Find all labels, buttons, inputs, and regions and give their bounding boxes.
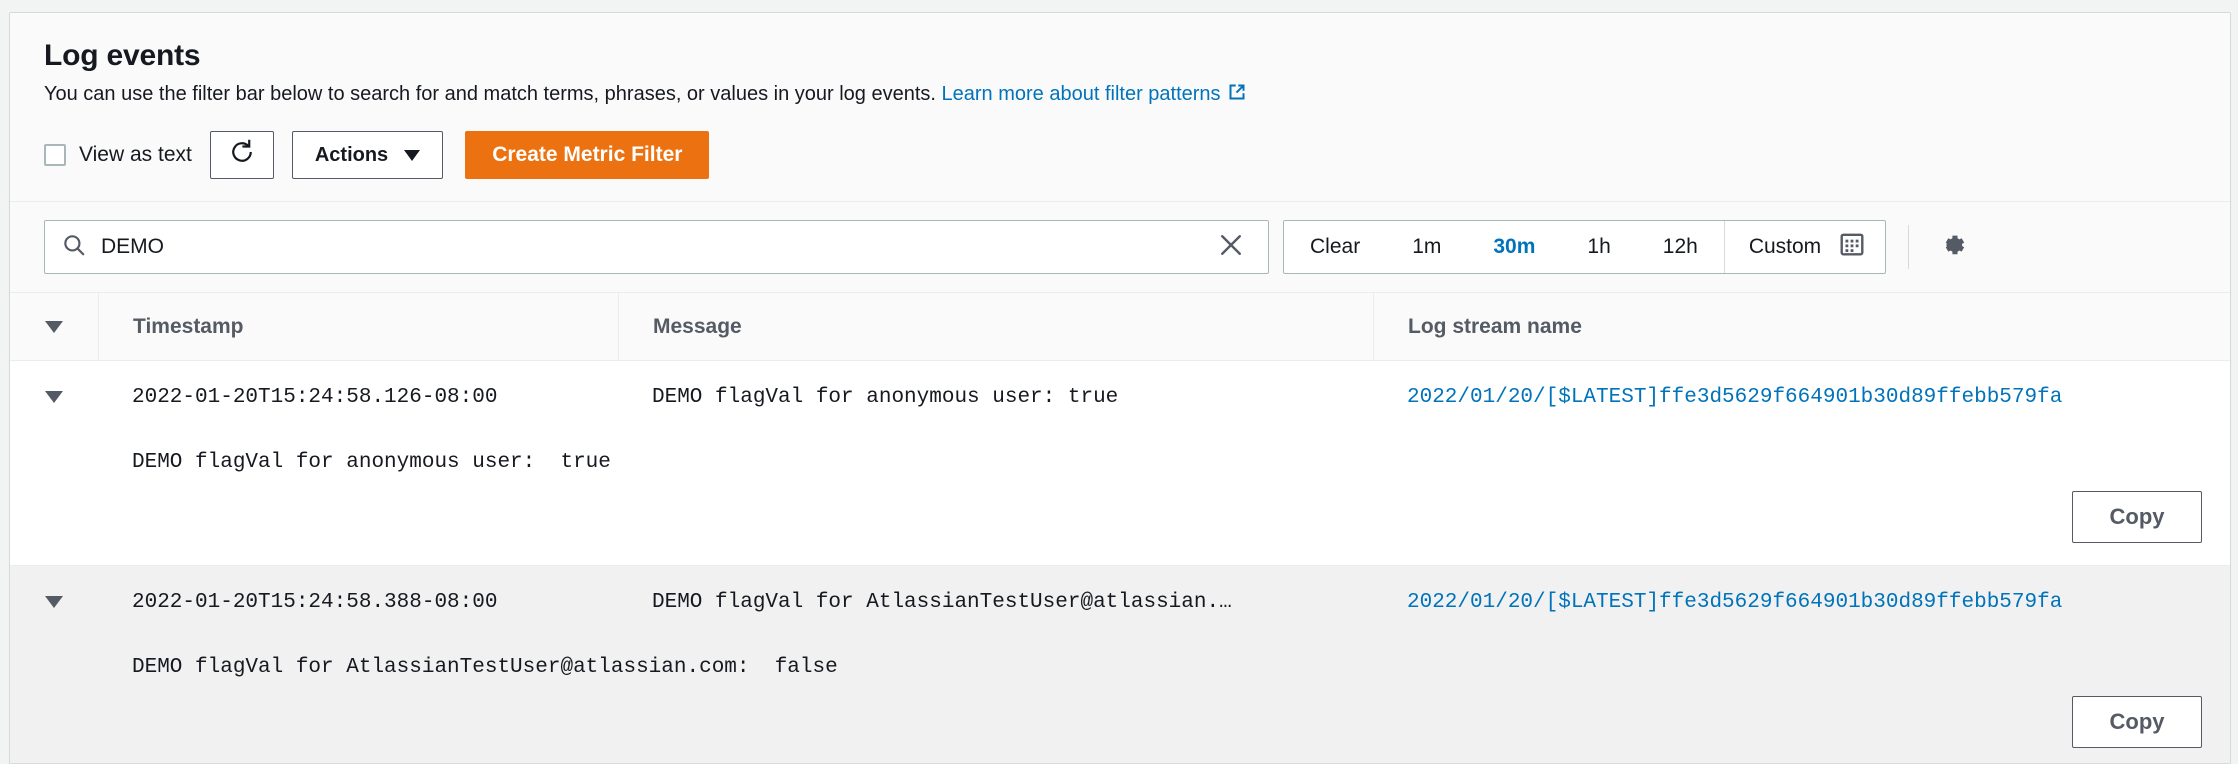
column-header-timestamp: Timestamp: [133, 315, 244, 339]
row-message: DEMO flagVal for AtlassianTestUser@atlas…: [652, 591, 1232, 614]
table-row: 2022-01-20T15:24:58.126-08:00 DEMO flagV…: [10, 361, 2230, 566]
sort-toggle-button[interactable]: [10, 321, 98, 333]
row-log-stream-link[interactable]: 2022/01/20/[$LATEST]ffe3d5629f664901b30d…: [1407, 386, 2062, 409]
column-header-message: Message: [653, 315, 742, 339]
calendar-icon: [1839, 231, 1865, 263]
row-expand-toggle[interactable]: [10, 391, 98, 403]
copy-label: Copy: [2110, 709, 2165, 735]
row-detail-text: DEMO flagVal for AtlassianTestUser@atlas…: [132, 656, 838, 679]
search-field-wrapper[interactable]: [44, 220, 1269, 274]
column-header-log-stream: Log stream name: [1408, 315, 1582, 339]
row-message: DEMO flagVal for anonymous user: true: [652, 386, 1118, 409]
filter-bar: Clear 1m 30m 1h 12h Custom: [10, 202, 2230, 293]
time-range-30m[interactable]: 30m: [1467, 221, 1561, 273]
create-metric-filter-label: Create Metric Filter: [492, 143, 682, 167]
sort-descending-icon: [45, 321, 63, 333]
page-title: Log events: [44, 39, 2196, 73]
view-as-text-checkbox[interactable]: [44, 144, 66, 166]
row-log-stream-link[interactable]: 2022/01/20/[$LATEST]ffe3d5629f664901b30d…: [1407, 591, 2062, 614]
row-timestamp: 2022-01-20T15:24:58.126-08:00: [132, 386, 497, 409]
actions-button[interactable]: Actions: [292, 131, 443, 179]
view-as-text-control[interactable]: View as text: [44, 143, 192, 167]
search-icon: [61, 232, 87, 263]
row-detail-text: DEMO flagVal for anonymous user: true: [132, 451, 611, 474]
view-as-text-label: View as text: [79, 143, 192, 167]
chevron-down-icon: [404, 150, 420, 161]
copy-button[interactable]: Copy: [2072, 491, 2202, 543]
time-range-1h[interactable]: 1h: [1561, 221, 1636, 273]
time-range-clear[interactable]: Clear: [1284, 221, 1386, 273]
description-text: You can use the filter bar below to sear…: [44, 83, 936, 105]
panel-description: You can use the filter bar below to sear…: [44, 81, 2196, 109]
gear-icon: [1935, 228, 1969, 267]
settings-button[interactable]: [1908, 225, 1969, 269]
table-row: 2022-01-20T15:24:58.388-08:00 DEMO flagV…: [10, 566, 2230, 764]
learn-more-label: Learn more about filter patterns: [942, 83, 1221, 105]
log-events-panel: Log events You can use the filter bar be…: [9, 12, 2231, 764]
copy-label: Copy: [2110, 504, 2165, 530]
row-expand-toggle[interactable]: [10, 596, 98, 608]
refresh-icon: [228, 138, 256, 172]
time-range-selector: Clear 1m 30m 1h 12h Custom: [1283, 220, 1886, 274]
copy-button[interactable]: Copy: [2072, 696, 2202, 748]
search-input[interactable]: [101, 235, 1216, 259]
external-link-icon: [1227, 82, 1247, 109]
row-timestamp: 2022-01-20T15:24:58.388-08:00: [132, 591, 497, 614]
actions-label: Actions: [315, 144, 388, 167]
create-metric-filter-button[interactable]: Create Metric Filter: [465, 131, 709, 179]
time-range-12h[interactable]: 12h: [1637, 221, 1724, 273]
custom-label: Custom: [1749, 235, 1821, 259]
time-range-custom[interactable]: Custom: [1724, 221, 1885, 273]
action-toolbar: View as text Actions Create Metric Filte…: [44, 131, 2196, 201]
chevron-down-icon: [45, 596, 63, 608]
refresh-button[interactable]: [210, 131, 274, 179]
close-icon[interactable]: [1216, 230, 1246, 265]
chevron-down-icon: [45, 391, 63, 403]
time-range-1m[interactable]: 1m: [1386, 221, 1467, 273]
panel-header: Log events You can use the filter bar be…: [10, 13, 2230, 202]
learn-more-link[interactable]: Learn more about filter patterns: [942, 83, 1247, 105]
table-header-row: Timestamp Message Log stream name: [10, 293, 2230, 361]
